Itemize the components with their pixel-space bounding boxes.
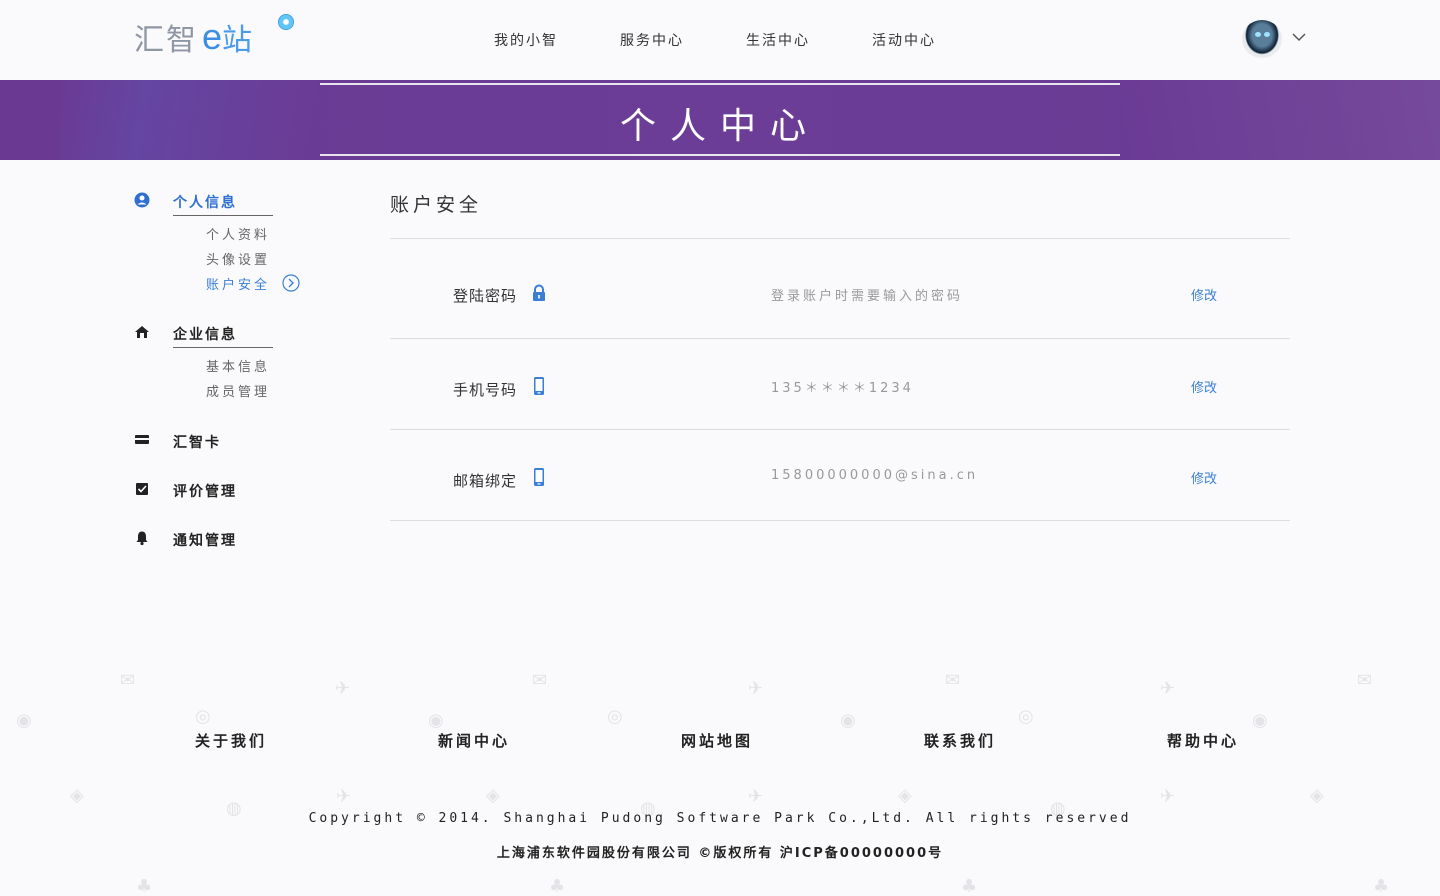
bell-icon (136, 531, 148, 546)
user-circle-icon (134, 192, 150, 208)
banner-line-top (320, 83, 1120, 85)
divider (390, 429, 1290, 430)
avatar-eye (1264, 32, 1270, 37)
sidebar-group-label: 评价管理 (173, 484, 237, 500)
nav-item-service-center[interactable]: 服务中心 (620, 30, 684, 50)
phone-icon (534, 377, 544, 395)
checkbox-icon (136, 483, 148, 495)
divider (390, 238, 1290, 239)
password-label: 登陆密码 (453, 287, 518, 305)
email-value: 15800000000@sina.cn (771, 468, 979, 483)
home-icon (135, 326, 149, 338)
footer-link-about[interactable]: 关于我们 (195, 730, 267, 751)
nav-item-activity-center[interactable]: 活动中心 (872, 30, 936, 50)
divider (390, 520, 1290, 521)
edit-phone-link[interactable]: 修改 (1191, 377, 1217, 396)
sidebar-group-label: 汇智卡 (173, 435, 221, 451)
card-icon (135, 435, 149, 444)
banner-line-bottom (320, 154, 1120, 156)
footer-link-sitemap[interactable]: 网站地图 (681, 730, 753, 751)
logo-text-zhan: 站 (222, 23, 253, 58)
password-description: 登录账户时需要输入的密码 (771, 289, 964, 304)
sidebar-group-label: 个人信息 (173, 195, 237, 211)
footer-link-contact[interactable]: 联系我们 (924, 730, 996, 751)
phone-icon (534, 468, 544, 486)
avatar-eye (1255, 32, 1261, 37)
copyright-text: Copyright © 2014. Shanghai Pudong Softwa… (308, 811, 1132, 826)
site-logo[interactable]: 汇智 e 站 (134, 12, 294, 62)
lock-icon (533, 284, 545, 301)
sidebar-group-label: 企业信息 (173, 327, 237, 343)
section-title: 账户安全 (390, 194, 483, 216)
chevron-down-icon[interactable] (1292, 32, 1306, 42)
edit-email-link[interactable]: 修改 (1191, 468, 1217, 487)
logo-text: 汇智 (134, 23, 198, 58)
email-label: 邮箱绑定 (453, 472, 518, 490)
sidebar-item-members[interactable]: 成员管理 (206, 381, 270, 400)
chevron-right-circle-icon (282, 274, 300, 292)
main-nav: 我的小智 服务中心 生活中心 活动中心 (494, 30, 998, 50)
divider (173, 347, 273, 348)
top-bar: 汇智 e 站 我的小智 服务中心 生活中心 活动中心 (0, 0, 1440, 80)
company-text: 上海浦东软件园股份有限公司 ©版权所有 沪ICP备00000000号 (496, 846, 944, 861)
nav-item-my-xiaozhi[interactable]: 我的小智 (494, 30, 558, 50)
phone-value: 135＊＊＊＊1234 (771, 381, 914, 396)
sidebar-item-basic-info[interactable]: 基本信息 (206, 356, 270, 375)
page-title: 个人中心 (619, 106, 820, 147)
divider (173, 215, 273, 216)
edit-password-link[interactable]: 修改 (1191, 285, 1217, 304)
footer-link-help[interactable]: 帮助中心 (1167, 730, 1239, 751)
phone-label: 手机号码 (453, 381, 518, 399)
page-banner: 个人中心 (0, 80, 1440, 160)
footer-link-news[interactable]: 新闻中心 (438, 730, 510, 751)
logo-e: e (202, 16, 223, 57)
sidebar-item-profile[interactable]: 个人资料 (206, 224, 270, 243)
sidebar-item-account-security[interactable]: 账户安全 (206, 274, 270, 293)
sidebar-group-label: 通知管理 (173, 533, 237, 549)
divider (390, 338, 1290, 339)
nav-item-life-center[interactable]: 生活中心 (746, 30, 810, 50)
sidebar-item-avatar-settings[interactable]: 头像设置 (206, 249, 270, 268)
user-avatar[interactable] (1242, 20, 1282, 58)
logo-dot-icon (278, 14, 294, 30)
